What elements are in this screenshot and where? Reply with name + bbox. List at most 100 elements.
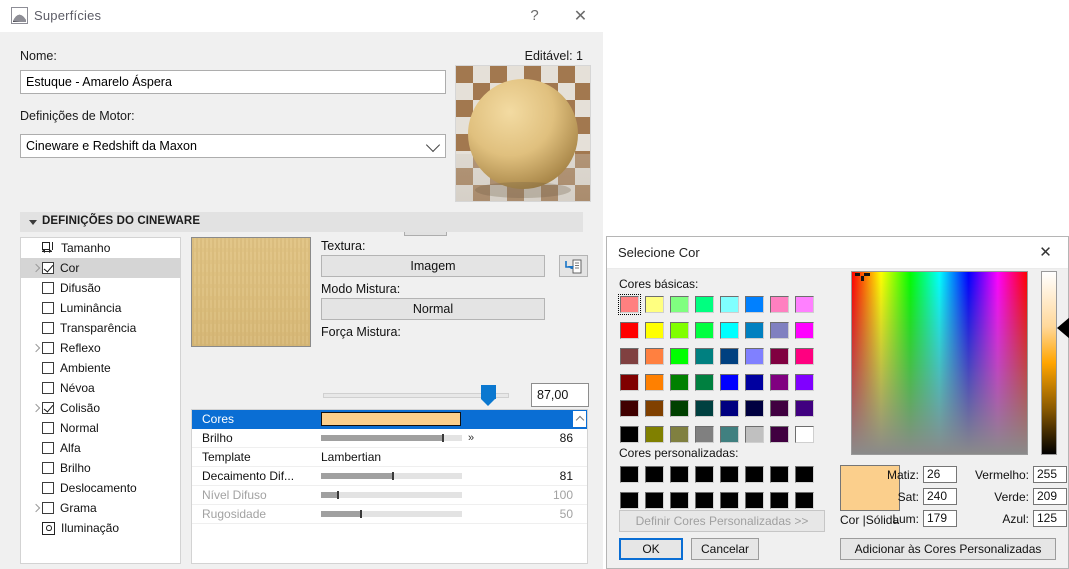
- parameter-slider-handle[interactable]: [391, 472, 394, 480]
- basic-color-swatch[interactable]: [769, 373, 790, 392]
- parameter-row[interactable]: Template Lambertian: [192, 448, 587, 467]
- checkbox-n-voa[interactable]: [42, 382, 54, 394]
- parameter-list[interactable]: Cores Brilho » 86 Template Lambertian Decaimen…: [191, 409, 588, 564]
- parameter-row[interactable]: Nível Difuso 100: [192, 486, 587, 505]
- custom-color-swatch[interactable]: [694, 491, 715, 510]
- custom-color-swatch[interactable]: [794, 491, 815, 510]
- tree-item-colis-o[interactable]: Colisão: [21, 398, 180, 418]
- basic-color-swatch[interactable]: [769, 425, 790, 444]
- parameter-value[interactable]: 81: [560, 469, 573, 483]
- basic-color-swatch[interactable]: [794, 373, 815, 392]
- basic-color-swatch[interactable]: [744, 321, 765, 340]
- basic-color-swatch[interactable]: [644, 425, 665, 444]
- basic-color-swatch[interactable]: [694, 347, 715, 366]
- custom-color-swatch[interactable]: [694, 465, 715, 484]
- checkbox-cor[interactable]: [42, 262, 54, 274]
- custom-color-swatch[interactable]: [744, 465, 765, 484]
- custom-color-swatch[interactable]: [619, 465, 640, 484]
- basic-color-swatch[interactable]: [644, 321, 665, 340]
- parameter-slider[interactable]: [321, 491, 462, 499]
- parameter-slider-handle[interactable]: [442, 434, 445, 442]
- basic-color-swatch[interactable]: [769, 321, 790, 340]
- texture-preview[interactable]: [191, 237, 311, 347]
- cineware-section-header[interactable]: DEFINIÇÕES DO CINEWARE: [20, 212, 583, 232]
- parameter-value[interactable]: 50: [560, 507, 573, 521]
- tree-item-difus-o[interactable]: Difusão: [21, 278, 180, 298]
- engine-select[interactable]: Cineware e Redshift da Maxon: [20, 134, 446, 158]
- expand-arrow-icon[interactable]: [29, 503, 42, 513]
- basic-color-swatch[interactable]: [669, 373, 690, 392]
- texture-button[interactable]: Imagem: [321, 255, 545, 277]
- expand-arrow-icon[interactable]: [29, 403, 42, 413]
- tree-item-ilumina-o[interactable]: Iluminação: [21, 518, 180, 538]
- hue-input[interactable]: 26: [923, 466, 957, 483]
- parameter-slider-handle[interactable]: [336, 491, 339, 499]
- custom-color-swatch[interactable]: [644, 491, 665, 510]
- custom-color-swatch[interactable]: [794, 465, 815, 484]
- basic-color-swatch[interactable]: [719, 373, 740, 392]
- channel-tree[interactable]: Tamanho Cor Difusão Luminância Transparência…: [20, 237, 181, 564]
- basic-color-swatch[interactable]: [794, 425, 815, 444]
- basic-color-swatch[interactable]: [619, 373, 640, 392]
- cancel-button[interactable]: Cancelar: [691, 538, 759, 560]
- tree-item-n-voa[interactable]: Névoa: [21, 378, 180, 398]
- basic-color-swatch[interactable]: [769, 399, 790, 418]
- hue-saturation-field[interactable]: [851, 271, 1028, 455]
- checkbox-lumin-ncia[interactable]: [42, 302, 54, 314]
- saturation-input[interactable]: 240: [923, 488, 957, 505]
- parameter-row[interactable]: Cores: [192, 410, 587, 429]
- tree-item-reflexo[interactable]: Reflexo: [21, 338, 180, 358]
- define-custom-colors-button[interactable]: Definir Cores Personalizadas >>: [619, 510, 825, 532]
- basic-color-swatch[interactable]: [744, 399, 765, 418]
- parameter-row[interactable]: Decaimento Dif... 81: [192, 467, 587, 486]
- expand-arrow-icon[interactable]: [29, 263, 42, 273]
- parameter-value[interactable]: 100: [553, 488, 573, 502]
- scroll-up-button[interactable]: [573, 411, 586, 427]
- basic-colors-grid[interactable]: [618, 294, 819, 451]
- color-field-cursor[interactable]: [855, 273, 871, 283]
- basic-color-swatch[interactable]: [744, 425, 765, 444]
- basic-color-swatch[interactable]: [644, 347, 665, 366]
- texture-menu-icon[interactable]: [559, 255, 588, 277]
- basic-color-swatch[interactable]: [744, 347, 765, 366]
- checkbox-difus-o[interactable]: [42, 282, 54, 294]
- parameter-slider-handle[interactable]: [360, 510, 363, 518]
- tree-item-transpar-ncia[interactable]: Transparência: [21, 318, 180, 338]
- expand-arrow-icon[interactable]: [29, 343, 42, 353]
- basic-color-swatch[interactable]: [644, 399, 665, 418]
- basic-color-swatch[interactable]: [619, 321, 640, 340]
- parameter-color-swatch[interactable]: [321, 412, 461, 426]
- tree-item-alfa[interactable]: Alfa: [21, 438, 180, 458]
- basic-color-swatch[interactable]: [744, 295, 765, 314]
- custom-color-swatch[interactable]: [719, 491, 740, 510]
- green-input[interactable]: 209: [1033, 488, 1067, 505]
- checkbox-brilho[interactable]: [42, 462, 54, 474]
- basic-color-swatch[interactable]: [644, 295, 665, 314]
- tree-item-cor[interactable]: Cor: [21, 258, 180, 278]
- color-dialog-close-icon[interactable]: ✕: [1023, 237, 1068, 267]
- ok-button[interactable]: OK: [619, 538, 683, 560]
- custom-color-swatch[interactable]: [669, 491, 690, 510]
- basic-color-swatch[interactable]: [669, 321, 690, 340]
- basic-color-swatch[interactable]: [669, 425, 690, 444]
- basic-color-swatch[interactable]: [719, 347, 740, 366]
- basic-color-swatch[interactable]: [694, 373, 715, 392]
- basic-color-swatch[interactable]: [619, 399, 640, 418]
- custom-color-swatch[interactable]: [769, 491, 790, 510]
- basic-color-swatch[interactable]: [719, 399, 740, 418]
- parameter-row[interactable]: Brilho » 86: [192, 429, 587, 448]
- tree-item-tamanho[interactable]: Tamanho: [21, 238, 180, 258]
- checkbox-alfa[interactable]: [42, 442, 54, 454]
- checkbox-ambiente[interactable]: [42, 362, 54, 374]
- basic-color-swatch[interactable]: [619, 347, 640, 366]
- blend-strength-slider-thumb[interactable]: [481, 385, 496, 406]
- basic-color-swatch[interactable]: [794, 347, 815, 366]
- checkbox-colis-o[interactable]: [42, 402, 54, 414]
- basic-color-swatch[interactable]: [794, 321, 815, 340]
- parameter-slider[interactable]: [321, 510, 462, 518]
- custom-color-swatch[interactable]: [669, 465, 690, 484]
- blue-input[interactable]: 125: [1033, 510, 1067, 527]
- custom-color-swatch[interactable]: [719, 465, 740, 484]
- basic-color-swatch[interactable]: [719, 321, 740, 340]
- custom-color-swatch[interactable]: [744, 491, 765, 510]
